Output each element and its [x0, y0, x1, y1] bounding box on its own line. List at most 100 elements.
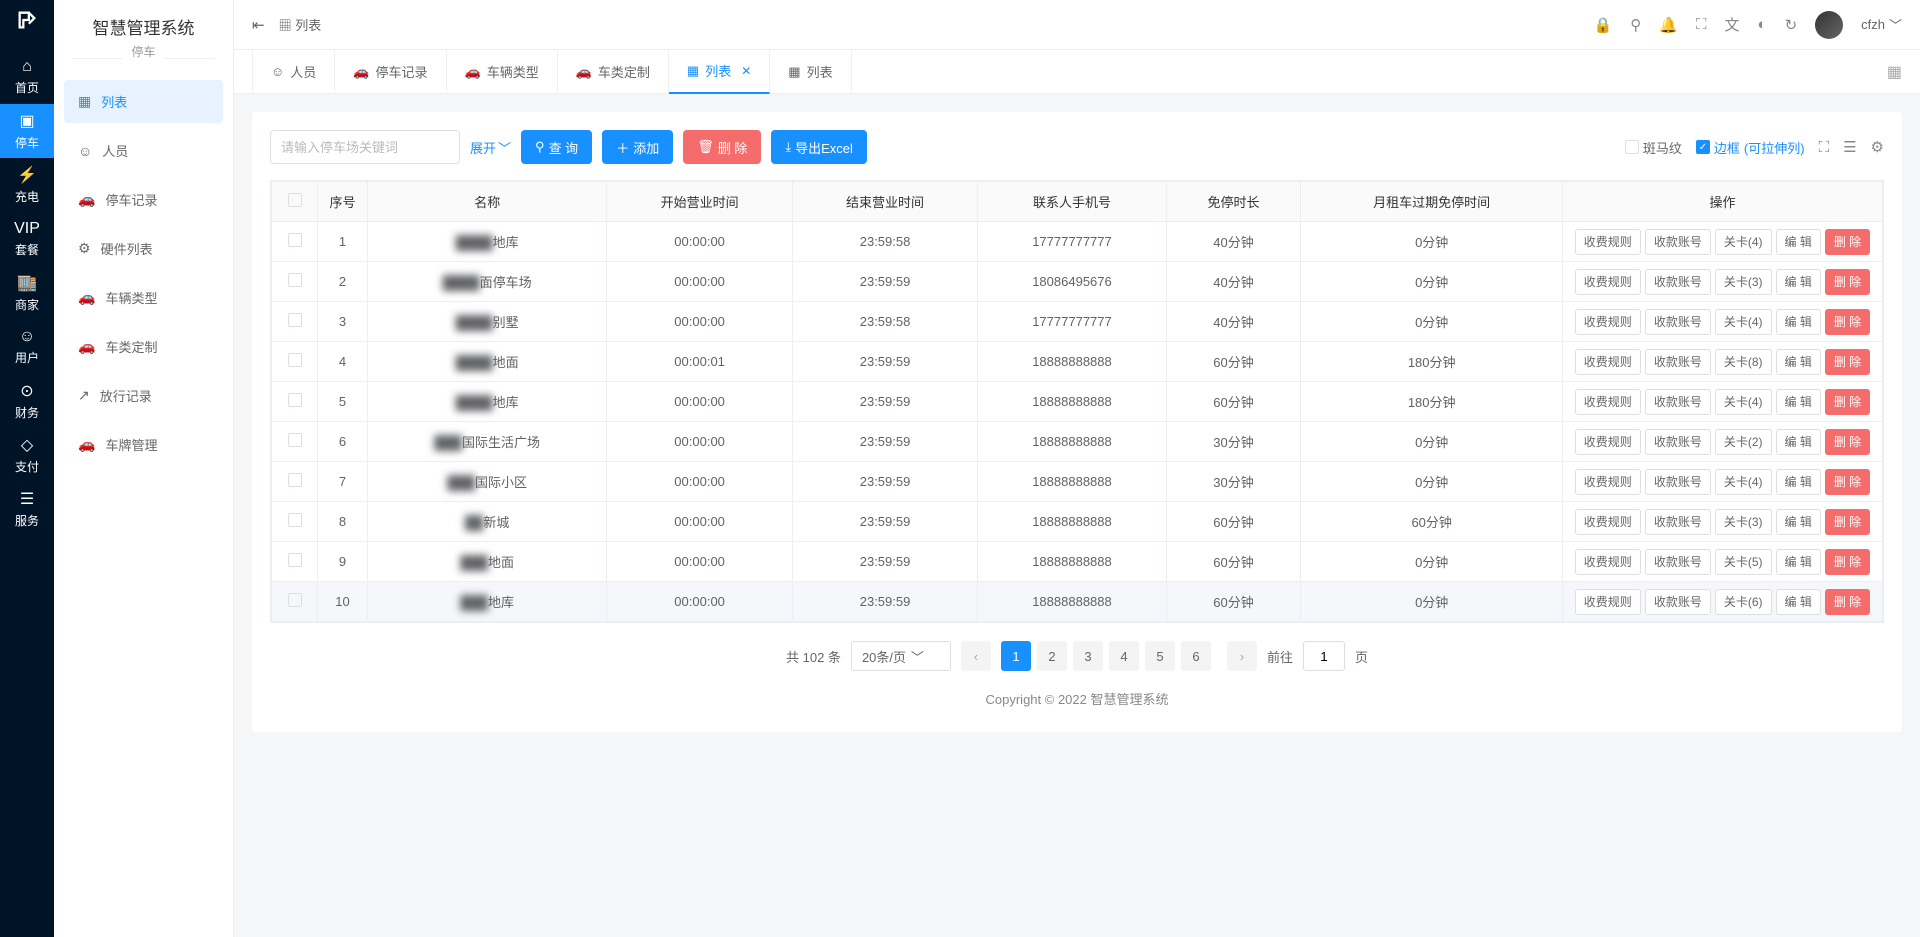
density-icon[interactable]: ☰: [1843, 138, 1856, 156]
pager-page-5[interactable]: 5: [1145, 641, 1175, 671]
nav-服务[interactable]: ☰服务: [0, 482, 54, 536]
refresh-icon[interactable]: ↻: [1785, 16, 1798, 34]
export-button[interactable]: ⤓ 导出Excel: [771, 130, 867, 164]
row-checkbox[interactable]: [288, 313, 302, 327]
menu-车牌管理[interactable]: 🚗车牌管理: [64, 423, 223, 466]
tab-停车记录[interactable]: 🚗停车记录: [335, 50, 446, 94]
tab-人员[interactable]: ☺人员: [252, 50, 335, 94]
nav-用户[interactable]: ☺用户: [0, 320, 54, 374]
nav-首页[interactable]: ⌂首页: [0, 50, 54, 104]
row-delete-button[interactable]: 删 除: [1825, 389, 1870, 415]
menu-车类定制[interactable]: 🚗车类定制: [64, 325, 223, 368]
add-button[interactable]: ＋ 添加: [602, 130, 673, 164]
menu-车辆类型[interactable]: 🚗车辆类型: [64, 276, 223, 319]
rule-button[interactable]: 收费规则: [1575, 509, 1641, 535]
select-all-checkbox[interactable]: [288, 193, 302, 207]
edit-button[interactable]: 编 辑: [1776, 349, 1821, 375]
nav-充电[interactable]: ⚡充电: [0, 158, 54, 212]
pager-prev[interactable]: ‹: [961, 641, 991, 671]
account-button[interactable]: 收款账号: [1645, 429, 1711, 455]
row-delete-button[interactable]: 删 除: [1825, 509, 1870, 535]
tab-车辆类型[interactable]: 🚗车辆类型: [447, 50, 558, 94]
row-delete-button[interactable]: 删 除: [1825, 269, 1870, 295]
grid-icon[interactable]: ▦: [1887, 62, 1902, 82]
gate-button[interactable]: 关卡(3): [1715, 269, 1772, 295]
fullscreen-icon[interactable]: ⛶: [1696, 16, 1707, 33]
row-checkbox[interactable]: [288, 433, 302, 447]
row-delete-button[interactable]: 删 除: [1825, 589, 1870, 615]
edit-button[interactable]: 编 辑: [1776, 309, 1821, 335]
pager-page-3[interactable]: 3: [1073, 641, 1103, 671]
account-button[interactable]: 收款账号: [1645, 469, 1711, 495]
lock-icon[interactable]: 🔒: [1594, 16, 1613, 34]
account-button[interactable]: 收款账号: [1645, 549, 1711, 575]
gate-button[interactable]: 关卡(2): [1715, 429, 1772, 455]
menu-列表[interactable]: ▦列表: [64, 80, 223, 123]
edit-button[interactable]: 编 辑: [1776, 589, 1821, 615]
pager-page-1[interactable]: 1: [1001, 641, 1031, 671]
account-button[interactable]: 收款账号: [1645, 389, 1711, 415]
gate-button[interactable]: 关卡(4): [1715, 469, 1772, 495]
rule-button[interactable]: 收费规则: [1575, 349, 1641, 375]
pager-next[interactable]: ›: [1227, 641, 1257, 671]
row-checkbox[interactable]: [288, 273, 302, 287]
edit-button[interactable]: 编 辑: [1776, 429, 1821, 455]
rule-button[interactable]: 收费规则: [1575, 549, 1641, 575]
query-button[interactable]: ⚲ 查 询: [521, 130, 592, 164]
menu-人员[interactable]: ☺人员: [64, 129, 223, 172]
gate-button[interactable]: 关卡(4): [1715, 229, 1772, 255]
rule-button[interactable]: 收费规则: [1575, 429, 1641, 455]
row-checkbox[interactable]: [288, 473, 302, 487]
account-button[interactable]: 收款账号: [1645, 509, 1711, 535]
delete-button[interactable]: 🗑 删 除: [683, 130, 761, 164]
rule-button[interactable]: 收费规则: [1575, 589, 1641, 615]
search-icon[interactable]: ⚲: [1630, 16, 1641, 34]
gate-button[interactable]: 关卡(4): [1715, 389, 1772, 415]
search-input[interactable]: [270, 130, 460, 164]
gate-button[interactable]: 关卡(3): [1715, 509, 1772, 535]
row-checkbox[interactable]: [288, 513, 302, 527]
pager-page-6[interactable]: 6: [1181, 641, 1211, 671]
settings-icon[interactable]: ⚙: [1871, 138, 1884, 156]
rule-button[interactable]: 收费规则: [1575, 309, 1641, 335]
menu-停车记录[interactable]: 🚗停车记录: [64, 178, 223, 221]
zebra-checkbox[interactable]: 斑马纹: [1625, 138, 1682, 157]
gate-button[interactable]: 关卡(5): [1715, 549, 1772, 575]
tab-列表[interactable]: ▦列表: [770, 50, 851, 94]
rule-button[interactable]: 收费规则: [1575, 469, 1641, 495]
theme-icon[interactable]: ◐: [1758, 16, 1767, 33]
row-delete-button[interactable]: 删 除: [1825, 309, 1870, 335]
tab-车类定制[interactable]: 🚗车类定制: [558, 50, 669, 94]
row-delete-button[interactable]: 删 除: [1825, 429, 1870, 455]
nav-套餐[interactable]: VIP套餐: [0, 212, 54, 266]
row-delete-button[interactable]: 删 除: [1825, 469, 1870, 495]
menu-放行记录[interactable]: ↗放行记录: [64, 374, 223, 417]
user-menu[interactable]: cfzh ﹀: [1861, 15, 1902, 34]
page-size-select[interactable]: 20条/页﹀: [851, 641, 951, 671]
gate-button[interactable]: 关卡(6): [1715, 589, 1772, 615]
edit-button[interactable]: 编 辑: [1776, 549, 1821, 575]
border-checkbox[interactable]: ✓ 边框 (可拉伸列): [1696, 138, 1805, 157]
bell-icon[interactable]: 🔔: [1659, 16, 1678, 34]
edit-button[interactable]: 编 辑: [1776, 389, 1821, 415]
gate-button[interactable]: 关卡(8): [1715, 349, 1772, 375]
account-button[interactable]: 收款账号: [1645, 589, 1711, 615]
tab-列表[interactable]: ▦列表✕: [669, 50, 770, 94]
rule-button[interactable]: 收费规则: [1575, 269, 1641, 295]
goto-input[interactable]: [1303, 641, 1345, 671]
row-checkbox[interactable]: [288, 393, 302, 407]
pager-page-4[interactable]: 4: [1109, 641, 1139, 671]
fullscreen-icon[interactable]: ⛶: [1819, 139, 1830, 156]
expand-link[interactable]: 展开 ﹀: [470, 138, 511, 157]
pager-page-2[interactable]: 2: [1037, 641, 1067, 671]
rule-button[interactable]: 收费规则: [1575, 389, 1641, 415]
edit-button[interactable]: 编 辑: [1776, 269, 1821, 295]
row-checkbox[interactable]: [288, 233, 302, 247]
rule-button[interactable]: 收费规则: [1575, 229, 1641, 255]
account-button[interactable]: 收款账号: [1645, 229, 1711, 255]
row-checkbox[interactable]: [288, 593, 302, 607]
avatar[interactable]: [1815, 11, 1843, 39]
row-checkbox[interactable]: [288, 353, 302, 367]
nav-财务[interactable]: ⊙财务: [0, 374, 54, 428]
collapse-icon[interactable]: ⇤: [252, 16, 265, 34]
